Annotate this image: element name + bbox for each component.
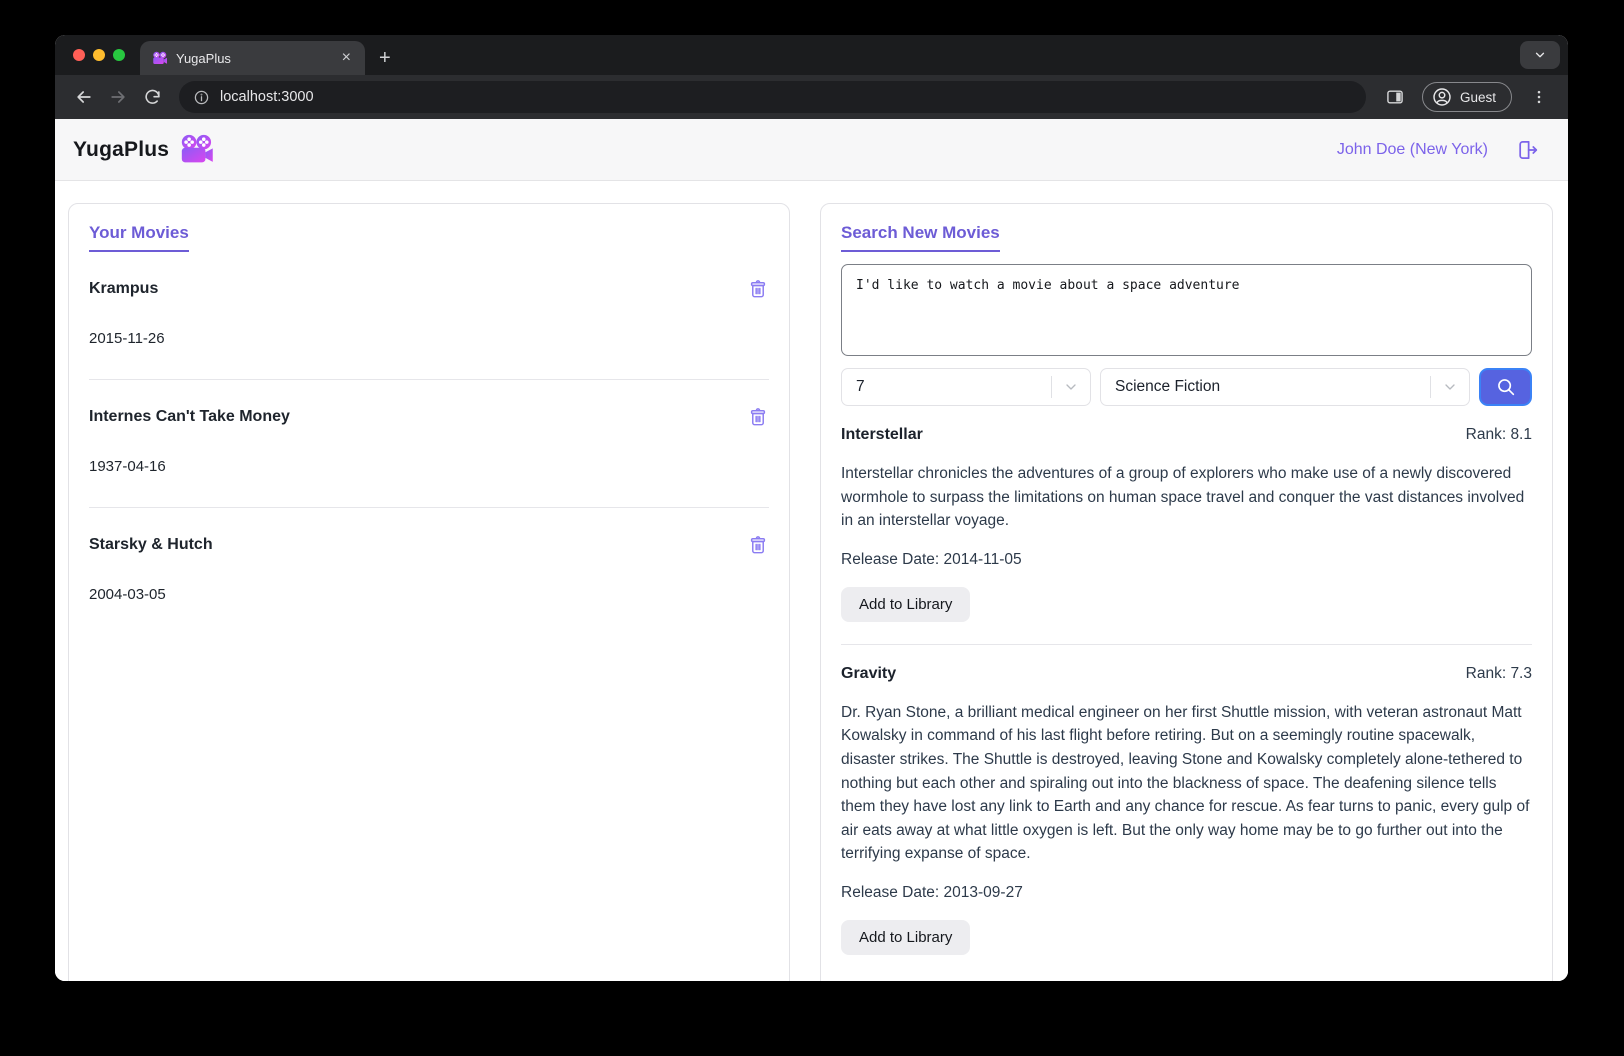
library-movie-date: 2015-11-26 [89,330,769,347]
add-to-library-button[interactable]: Add to Library [841,920,970,955]
kebab-menu-icon [1530,88,1548,106]
search-controls: 7 Science Fiction [841,368,1532,406]
window-controls [55,35,140,75]
library-movie-date: 1937-04-16 [89,458,769,475]
page: YugaPlus John Doe (New York) [55,119,1568,981]
close-tab-icon[interactable]: × [338,48,355,68]
reload-icon [143,88,162,107]
library-movie-title: Starsky & Hutch [89,536,213,554]
library-row: Krampus 2015-11-26 [89,252,769,380]
library-row: Internes Can't Take Money 1937-04-16 [89,380,769,508]
profile-label: Guest [1460,90,1496,105]
site-info-icon [193,89,210,106]
new-tab-button[interactable]: + [379,48,391,68]
result-description: Dr. Ryan Stone, a brilliant medical engi… [841,701,1532,866]
genre-value: Science Fiction [1101,378,1430,396]
tab-title: YugaPlus [176,51,330,66]
guest-avatar-icon [1431,86,1453,108]
app-logo: YugaPlus [73,134,215,166]
chevron-down-icon [1431,379,1469,395]
result-title: Gravity [841,665,896,683]
logout-button[interactable] [1514,137,1540,163]
app-header: YugaPlus John Doe (New York) [55,119,1568,181]
result-divider [841,644,1532,645]
back-button[interactable] [67,80,101,114]
search-button[interactable] [1479,368,1532,406]
delete-movie-button[interactable] [747,278,769,300]
result-description: Interstellar chronicles the adventures o… [841,462,1532,533]
tab-strip: YugaPlus × + [55,35,1568,75]
search-icon [1495,376,1517,398]
tab-search-chevron-button[interactable] [1520,41,1560,69]
current-user-label: John Doe (New York) [1337,141,1488,159]
genre-select[interactable]: Science Fiction [1100,368,1470,406]
browser-window: YugaPlus × + localhost:3000 Guest [55,35,1568,981]
zoom-window-button[interactable] [113,49,125,61]
movie-camera-icon [179,134,215,166]
address-bar[interactable]: localhost:3000 [179,81,1366,113]
main-content: Your Movies Krampus 20 [55,181,1568,981]
result-rank: Rank: 7.3 [1466,665,1532,683]
back-arrow-icon [74,87,94,107]
max-results-value: 7 [842,378,1051,396]
chevron-down-icon [1533,48,1547,62]
logout-icon [1514,137,1540,163]
tab-favicon-movie-camera-icon [152,51,168,66]
delete-movie-button[interactable] [747,406,769,428]
search-result: Interstellar Rank: 8.1 Interstellar chro… [841,426,1532,645]
app-title: YugaPlus [73,138,169,162]
search-title: Search New Movies [841,222,1000,252]
result-title: Interstellar [841,426,923,444]
browser-toolbar: localhost:3000 Guest [55,75,1568,119]
library-movie-date: 2004-03-05 [89,586,769,603]
forward-arrow-icon [108,87,128,107]
trash-icon [747,534,769,556]
max-results-select[interactable]: 7 [841,368,1091,406]
trash-icon [747,406,769,428]
url-text: localhost:3000 [220,89,314,105]
library-row: Starsky & Hutch 2004-03-05 [89,508,769,635]
minimize-window-button[interactable] [93,49,105,61]
trash-icon [747,278,769,300]
browser-menu-button[interactable] [1522,80,1556,114]
profile-button[interactable]: Guest [1422,82,1512,112]
result-release-date: Release Date: 2013-09-27 [841,884,1532,902]
your-movies-panel: Your Movies Krampus 20 [68,203,790,981]
side-panel-icon [1385,87,1405,107]
forward-button[interactable] [101,80,135,114]
search-query-input[interactable]: I'd like to watch a movie about a space … [841,264,1532,356]
library-movie-title: Krampus [89,280,158,298]
delete-movie-button[interactable] [747,534,769,556]
add-to-library-button[interactable]: Add to Library [841,587,970,622]
search-result: Gravity Rank: 7.3 Dr. Ryan Stone, a bril… [841,665,1532,955]
chevron-down-icon [1052,379,1090,395]
your-movies-title: Your Movies [89,222,189,252]
result-release-date: Release Date: 2014-11-05 [841,551,1532,569]
reload-button[interactable] [135,80,169,114]
tab-yugaplus[interactable]: YugaPlus × [140,41,365,75]
result-rank: Rank: 8.1 [1466,426,1532,444]
library-movie-title: Internes Can't Take Money [89,408,290,426]
side-panel-button[interactable] [1378,80,1412,114]
close-window-button[interactable] [73,49,85,61]
search-panel: Search New Movies I'd like to watch a mo… [820,203,1553,981]
